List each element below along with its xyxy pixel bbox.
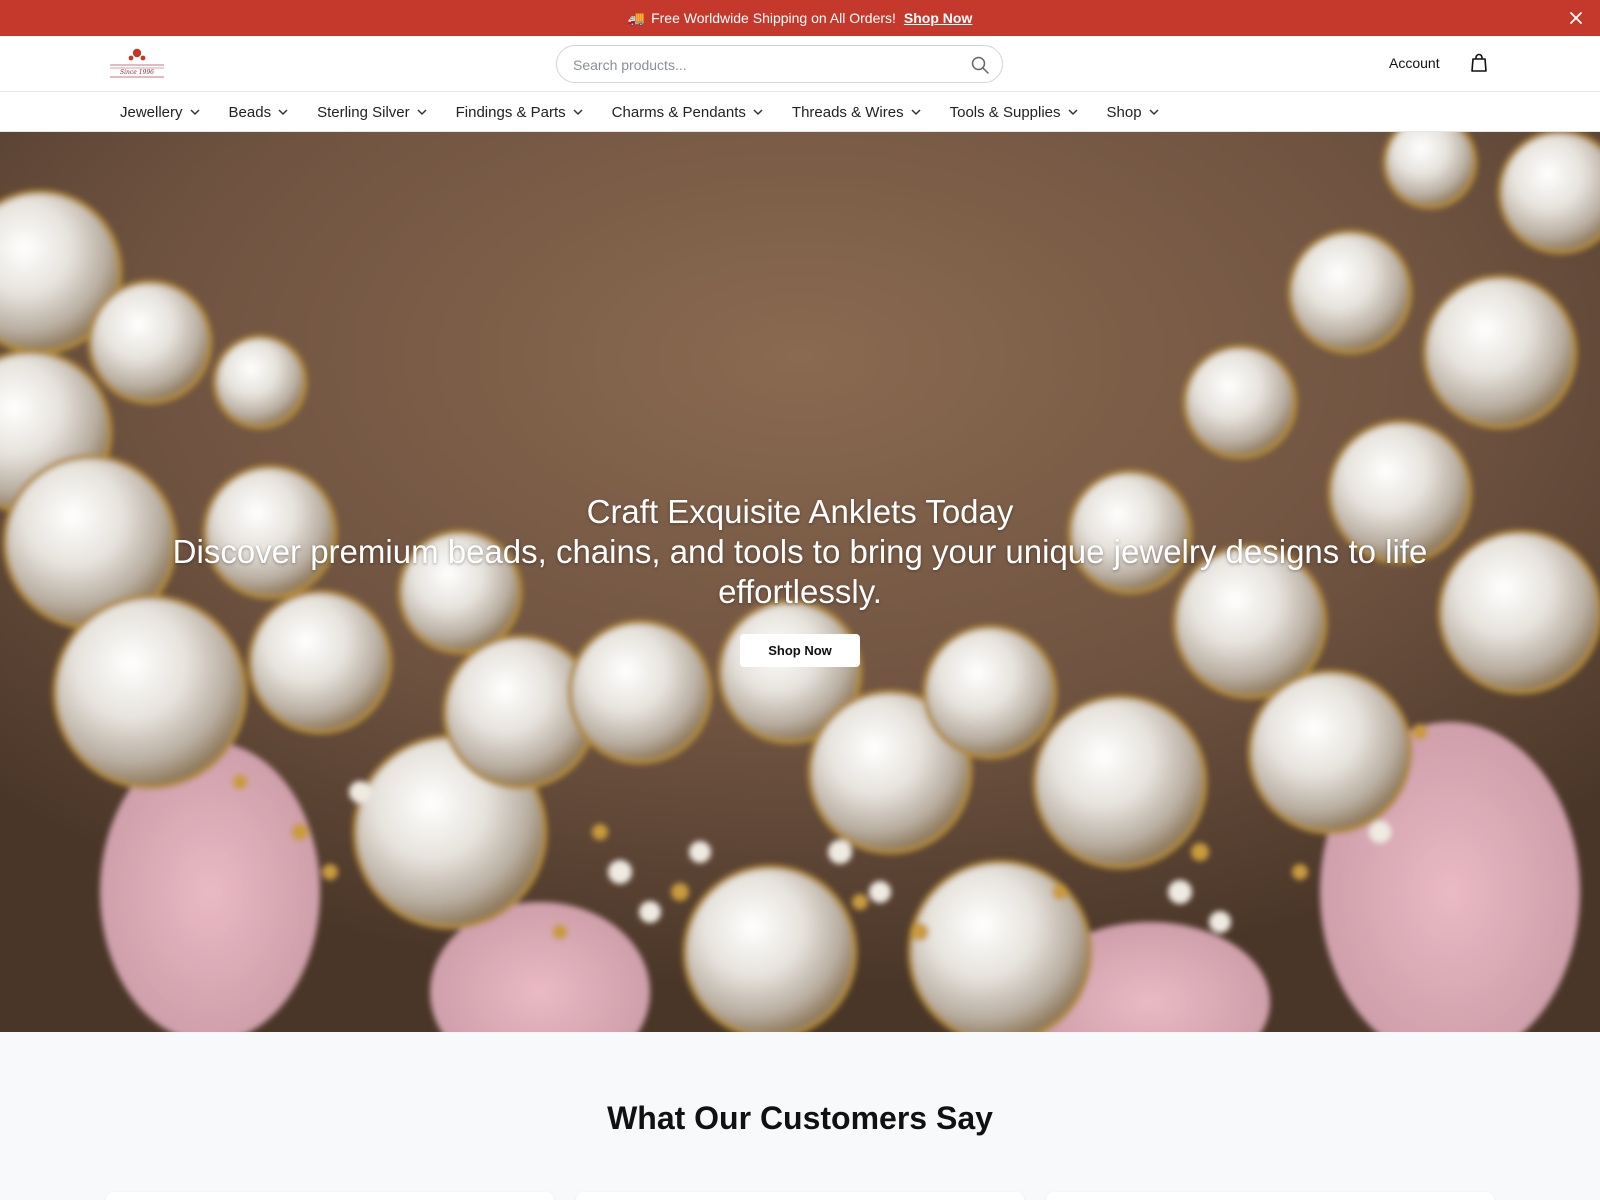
testimonial-card	[1046, 1192, 1494, 1200]
nav-item-label: Beads	[228, 103, 272, 121]
site-header: Since 1996 Account	[0, 36, 1600, 92]
hero-content: Craft Exquisite Anklets Today Discover p…	[0, 492, 1600, 667]
nav-item-label: Shop	[1106, 103, 1142, 121]
search-bar	[556, 45, 1003, 83]
search-input[interactable]	[573, 55, 953, 75]
nav-item-label: Charms & Pendants	[611, 103, 746, 121]
nav-item-beads[interactable]: Beads	[229, 104, 290, 121]
announcement-shop-now-link[interactable]: Shop Now	[904, 10, 972, 26]
announcement-bar: 🚚 Free Worldwide Shipping on All Orders!…	[0, 0, 1600, 36]
chevron-down-icon	[1067, 109, 1078, 116]
nav-item-shop[interactable]: Shop	[1107, 104, 1160, 121]
account-link[interactable]: Account	[1389, 55, 1440, 71]
chevron-down-icon	[190, 109, 200, 116]
hero-subtitle: Discover premium beads, chains, and tool…	[172, 533, 1428, 610]
nav-item-label: Jewellery	[120, 103, 183, 121]
logo[interactable]: Since 1996	[108, 46, 166, 82]
hero-shop-now-button[interactable]: Shop Now	[740, 634, 860, 667]
chevron-down-icon	[911, 109, 921, 116]
testimonial-card	[106, 1192, 554, 1200]
close-icon[interactable]	[1566, 8, 1586, 28]
hero-banner: Craft Exquisite Anklets Today Discover p…	[0, 132, 1600, 1032]
search-icon[interactable]	[970, 55, 990, 75]
nav-item-charms-pendants[interactable]: Charms & Pendants	[612, 104, 764, 121]
logo-tagline: Since 1996	[120, 69, 154, 76]
chevron-down-icon	[753, 109, 763, 116]
testimonials-heading: What Our Customers Say	[607, 1100, 993, 1136]
testimonials-section: What Our Customers Say	[0, 1032, 1600, 1200]
nav-item-tools-supplies[interactable]: Tools & Supplies	[950, 104, 1079, 121]
hero-title: Craft Exquisite Anklets Today	[586, 493, 1014, 530]
nav-item-sterling-silver[interactable]: Sterling Silver	[317, 104, 428, 121]
testimonial-card	[576, 1192, 1024, 1200]
nav-item-label: Threads & Wires	[791, 103, 904, 121]
truck-icon: 🚚	[627, 9, 646, 26]
nav-item-jewellery[interactable]: Jewellery	[120, 104, 201, 121]
nav-item-label: Sterling Silver	[317, 103, 410, 121]
chevron-down-icon	[1149, 109, 1159, 116]
announcement-text: Free Worldwide Shipping on All Orders!	[651, 10, 896, 26]
main-nav: Jewellery Beads Sterling Silver Findings…	[0, 92, 1600, 132]
shopping-bag-icon[interactable]	[1468, 52, 1490, 74]
nav-item-label: Findings & Parts	[455, 103, 566, 121]
chevron-down-icon	[278, 109, 288, 116]
nav-item-label: Tools & Supplies	[949, 103, 1061, 121]
nav-item-threads-wires[interactable]: Threads & Wires	[792, 104, 922, 121]
nav-item-findings-parts[interactable]: Findings & Parts	[456, 104, 584, 121]
chevron-down-icon	[417, 109, 427, 116]
chevron-down-icon	[573, 109, 583, 116]
